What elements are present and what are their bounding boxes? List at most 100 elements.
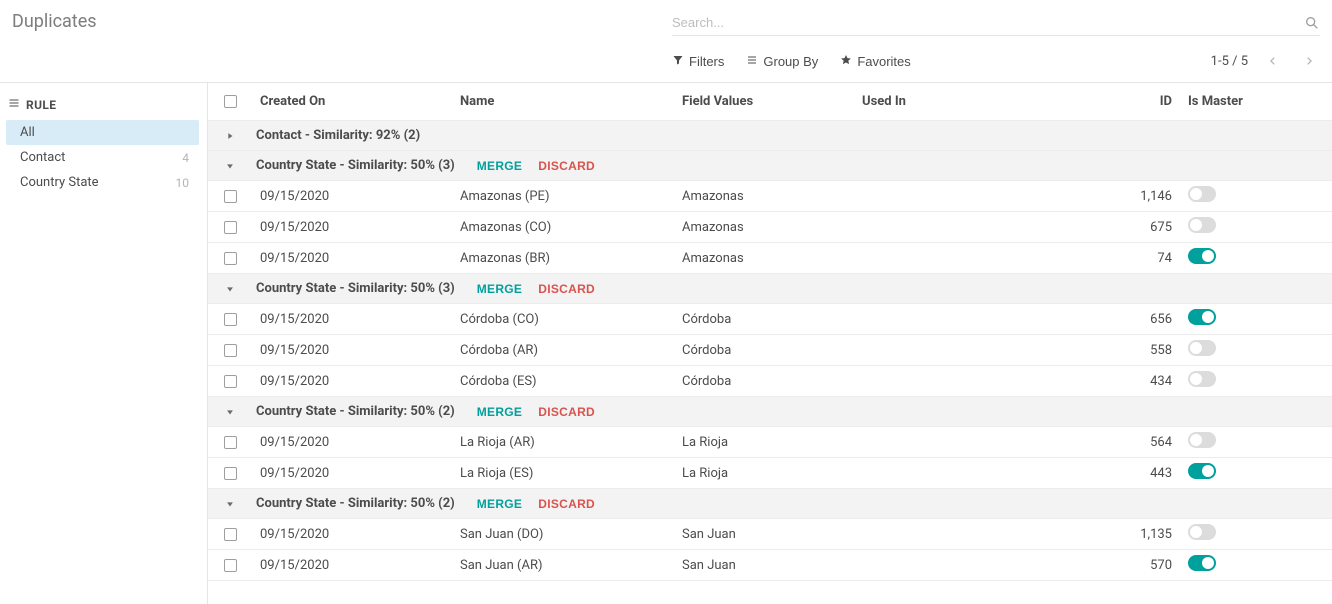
td-id: 1,146	[1054, 189, 1184, 204]
discard-button[interactable]: DISCARD	[538, 159, 595, 173]
sidebar-item[interactable]: Contact 4	[6, 145, 199, 170]
select-all-checkbox[interactable]	[224, 95, 237, 108]
group-by-button[interactable]: Group By	[746, 54, 818, 69]
td-select	[208, 190, 252, 203]
table-row[interactable]: 09/15/2020Amazonas (PE)Amazonas1,146	[208, 181, 1332, 212]
td-id: 74	[1054, 251, 1184, 266]
th-used-in[interactable]: Used In	[854, 94, 1054, 109]
sidebar: RULE All Contact 4 Country State10	[0, 83, 208, 604]
table-row[interactable]: 09/15/2020La Rioja (AR)La Rioja564	[208, 427, 1332, 458]
table-row[interactable]: 09/15/2020Córdoba (ES)Córdoba434	[208, 366, 1332, 397]
group-row[interactable]: Country State - Similarity: 50% (3) MERGE…	[208, 151, 1332, 181]
discard-button[interactable]: DISCARD	[538, 282, 595, 296]
pager-prev-button[interactable]	[1262, 50, 1284, 72]
table-row[interactable]: 09/15/2020Córdoba (AR)Córdoba558	[208, 335, 1332, 366]
td-id: 675	[1054, 220, 1184, 235]
table-row[interactable]: 09/15/2020Amazonas (BR)Amazonas74	[208, 243, 1332, 274]
sidebar-item[interactable]: All	[6, 120, 199, 145]
pager-text[interactable]: 1-5 / 5	[1211, 54, 1248, 69]
sidebar-item-label: Contact	[20, 150, 65, 165]
row-checkbox[interactable]	[224, 190, 237, 203]
td-is-master	[1184, 217, 1304, 237]
is-master-toggle[interactable]	[1188, 340, 1216, 356]
th-is-master[interactable]: Is Master	[1184, 94, 1304, 109]
is-master-toggle[interactable]	[1188, 217, 1216, 233]
group-label: Country State - Similarity: 50% (3)	[256, 158, 455, 173]
merge-button[interactable]: MERGE	[477, 497, 523, 511]
filters-label: Filters	[689, 54, 724, 69]
sidebar-item-label: Country State	[20, 175, 99, 190]
filters-button[interactable]: Filters	[672, 54, 724, 69]
row-checkbox[interactable]	[224, 559, 237, 572]
group-inner: Country State - Similarity: 50% (3) MERGE…	[252, 281, 1332, 296]
td-name: Córdoba (CO)	[452, 312, 674, 327]
group-row[interactable]: Contact - Similarity: 92% (2)	[208, 121, 1332, 151]
td-created-on: 09/15/2020	[252, 312, 452, 327]
group-row[interactable]: Country State - Similarity: 50% (2)MERGE…	[208, 397, 1332, 427]
sidebar-item[interactable]: Country State10	[6, 170, 199, 195]
discard-button[interactable]: DISCARD	[538, 497, 595, 511]
table-row[interactable]: 09/15/2020La Rioja (ES)La Rioja443	[208, 458, 1332, 489]
pager-next-button[interactable]	[1298, 50, 1320, 72]
caret-down-icon	[225, 161, 235, 171]
group-inner: Country State - Similarity: 50% (3) MERGE…	[252, 158, 1332, 173]
td-created-on: 09/15/2020	[252, 527, 452, 542]
row-checkbox[interactable]	[224, 467, 237, 480]
table-row[interactable]: 09/15/2020San Juan (DO)San Juan1,135	[208, 519, 1332, 550]
toolbar: Filters Group By	[672, 36, 1320, 82]
th-created-on[interactable]: Created On	[252, 94, 452, 109]
chevron-right-icon	[1304, 54, 1314, 68]
table-header: Created On Name Field Values Used In ID …	[208, 83, 1332, 121]
table-row[interactable]: 09/15/2020Amazonas (CO)Amazonas675	[208, 212, 1332, 243]
row-checkbox[interactable]	[224, 375, 237, 388]
sidebar-item-label: All	[20, 125, 35, 140]
group-row[interactable]: Country State - Similarity: 50% (2)MERGE…	[208, 489, 1332, 519]
is-master-toggle[interactable]	[1188, 309, 1216, 325]
sidebar-title: RULE	[6, 93, 199, 120]
is-master-toggle[interactable]	[1188, 463, 1216, 479]
merge-button[interactable]: MERGE	[477, 159, 523, 173]
th-select	[208, 95, 252, 108]
is-master-toggle[interactable]	[1188, 524, 1216, 540]
merge-button[interactable]: MERGE	[477, 405, 523, 419]
is-master-toggle[interactable]	[1188, 555, 1216, 571]
group-row[interactable]: Country State - Similarity: 50% (3) MERGE…	[208, 274, 1332, 304]
is-master-toggle[interactable]	[1188, 432, 1216, 448]
row-checkbox[interactable]	[224, 436, 237, 449]
td-created-on: 09/15/2020	[252, 374, 452, 389]
header-right: Filters Group By	[672, 10, 1320, 82]
td-is-master	[1184, 186, 1304, 206]
is-master-toggle[interactable]	[1188, 371, 1216, 387]
favorites-button[interactable]: Favorites	[840, 54, 910, 69]
td-id: 564	[1054, 435, 1184, 450]
star-icon	[840, 54, 852, 69]
th-id[interactable]: ID	[1054, 94, 1184, 109]
row-checkbox[interactable]	[224, 313, 237, 326]
row-checkbox[interactable]	[224, 252, 237, 265]
th-name[interactable]: Name	[452, 94, 674, 109]
is-master-toggle[interactable]	[1188, 186, 1216, 202]
discard-button[interactable]: DISCARD	[538, 405, 595, 419]
row-checkbox[interactable]	[224, 344, 237, 357]
page-title: Duplicates	[12, 10, 97, 34]
td-field-values: San Juan	[674, 527, 854, 542]
search-icon[interactable]	[1304, 15, 1320, 31]
group-label: Country State - Similarity: 50% (3)	[256, 281, 455, 296]
hamburger-icon	[8, 97, 20, 112]
td-is-master	[1184, 555, 1304, 575]
is-master-toggle[interactable]	[1188, 248, 1216, 264]
row-checkbox[interactable]	[224, 528, 237, 541]
table-row[interactable]: 09/15/2020Córdoba (CO)Córdoba656	[208, 304, 1332, 335]
td-field-values: La Rioja	[674, 466, 854, 481]
th-field-values[interactable]: Field Values	[674, 94, 854, 109]
sidebar-item-count: 4	[182, 151, 189, 165]
td-select	[208, 344, 252, 357]
td-is-master	[1184, 371, 1304, 391]
search-input[interactable]	[672, 13, 1304, 32]
row-checkbox[interactable]	[224, 221, 237, 234]
td-is-master	[1184, 463, 1304, 483]
merge-button[interactable]: MERGE	[477, 282, 523, 296]
td-field-values: Amazonas	[674, 189, 854, 204]
table-row[interactable]: 09/15/2020San Juan (AR)San Juan570	[208, 550, 1332, 581]
td-created-on: 09/15/2020	[252, 343, 452, 358]
